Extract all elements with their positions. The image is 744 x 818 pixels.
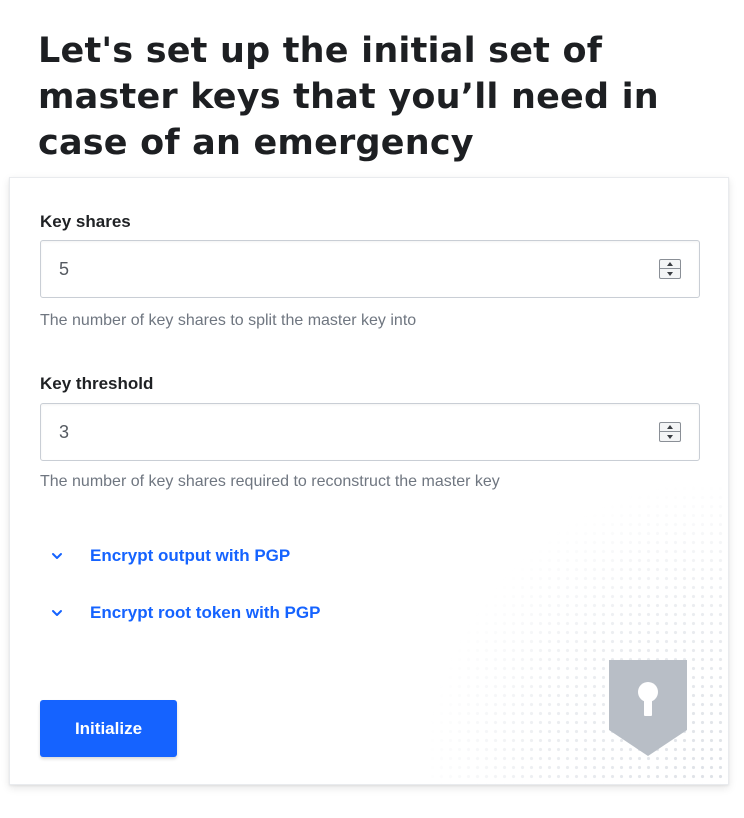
key-shares-help: The number of key shares to split the ma… (40, 312, 417, 329)
key-threshold-stepper[interactable] (659, 422, 681, 442)
key-threshold-field (40, 403, 700, 461)
stepper-down-icon[interactable] (660, 432, 680, 441)
init-form-card: Key shares The number of key shares to s… (9, 177, 729, 785)
key-threshold-help: The number of key shares required to rec… (40, 473, 500, 490)
toggle-encrypt-root-token-pgp[interactable]: Encrypt root token with PGP (50, 603, 320, 623)
page-title: Let's set up the initial set of master k… (38, 31, 659, 163)
key-threshold-input[interactable] (41, 404, 641, 460)
key-shares-field (40, 240, 700, 298)
chevron-down-icon (52, 610, 62, 616)
key-shares-label: Key shares (40, 212, 131, 231)
key-threshold-label: Key threshold (40, 374, 154, 393)
stepper-up-icon[interactable] (660, 423, 680, 432)
toggle-encrypt-output-pgp[interactable]: Encrypt output with PGP (50, 546, 290, 566)
toggle-label: Encrypt root token with PGP (90, 603, 321, 622)
initialize-button[interactable]: Initialize (40, 700, 177, 757)
key-shares-stepper[interactable] (659, 259, 681, 279)
stepper-up-icon[interactable] (660, 260, 680, 269)
toggle-label: Encrypt output with PGP (90, 546, 291, 565)
keyhole-shield-icon (609, 660, 687, 756)
key-shares-input[interactable] (41, 241, 641, 297)
chevron-down-icon (52, 553, 62, 559)
stepper-down-icon[interactable] (660, 269, 680, 278)
